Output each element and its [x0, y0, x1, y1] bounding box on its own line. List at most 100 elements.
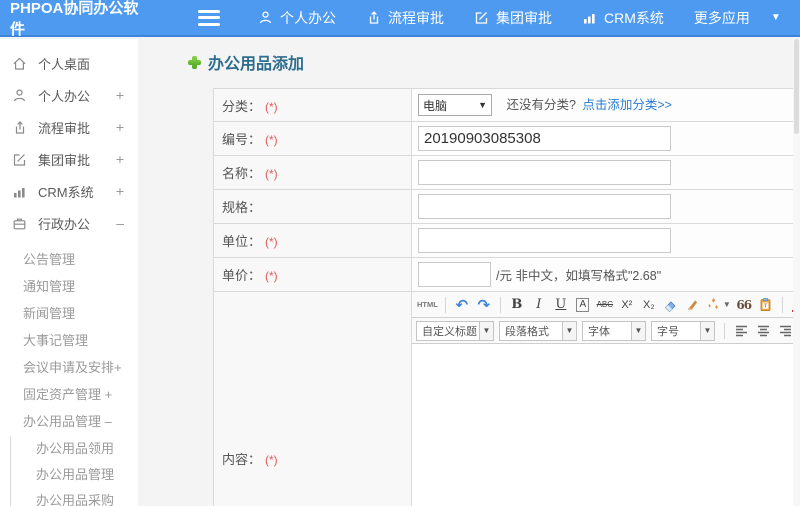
strikethrough-button[interactable]: ABC [595, 295, 615, 315]
field-label: 分类： [222, 98, 262, 114]
code-input[interactable] [418, 126, 671, 151]
align-left-icon[interactable] [731, 321, 751, 341]
eraser-icon[interactable] [661, 295, 681, 315]
label-cell: 分类： (*) [213, 88, 412, 122]
sidebar-item-supplies-purchase[interactable]: 办公用品采购 [0, 486, 138, 506]
value-cell [411, 155, 794, 190]
required-mark: (*) [265, 269, 278, 283]
sidebar-item-memorabilia-mgmt[interactable]: 大事记管理 [0, 326, 138, 353]
editor-toolbar-row2: 自定义标题 ▼ 段落格式 ▼ 字体 ▼ 字号 ▼ [412, 318, 793, 344]
label-cell: 单位： (*) [213, 223, 412, 258]
scrollbar-thumb[interactable] [794, 39, 799, 134]
sidebar-admin-submenu: 公告管理 通知管理 新闻管理 大事记管理 会议申请及安排+ 固定资产管理 + 办… [0, 245, 138, 506]
field-label: 编号： [222, 132, 262, 147]
align-right-icon[interactable] [775, 321, 793, 341]
paste-clipboard-icon[interactable]: T [756, 295, 776, 315]
unit-input[interactable] [418, 228, 671, 253]
blockquote-button[interactable]: 66 [734, 295, 754, 315]
sidebar-item-crm-system[interactable]: CRM系统 + [0, 175, 138, 207]
topnav-crm-system[interactable]: CRM系统 [582, 8, 664, 28]
caret-down-icon: ▼ [700, 321, 714, 340]
expand-plus-icon[interactable]: + [116, 119, 128, 135]
caret-down-icon: ▼ [562, 321, 576, 340]
sidebar-item-meeting-mgmt[interactable]: 会议申请及安排+ [0, 353, 138, 380]
user-icon [12, 88, 30, 103]
price-hint-text: /元 非中文，如填写格式"2.68" [496, 268, 662, 283]
sidebar-item-notice-mgmt[interactable]: 通知管理 [0, 272, 138, 299]
subscript-button[interactable]: X₂ [639, 295, 659, 315]
caret-down-icon: ▼ [722, 300, 731, 309]
redo-icon[interactable]: ↷ [474, 295, 494, 315]
sidebar-item-office-supplies-mgmt[interactable]: 办公用品管理 – [0, 407, 138, 434]
sidebar-item-group-approval[interactable]: 集团审批 + [0, 143, 138, 175]
caret-down-icon: ▼ [631, 321, 645, 340]
field-label: 单价： [222, 268, 262, 283]
name-input[interactable] [418, 160, 671, 185]
field-label: 单位： [222, 234, 262, 249]
label-cell: 名称： (*) [213, 155, 412, 190]
align-center-icon[interactable] [753, 321, 773, 341]
sidebar-item-supplies-manage[interactable]: 办公用品管理 [0, 460, 138, 486]
undo-icon[interactable]: ↶ [452, 295, 472, 315]
required-mark: (*) [265, 235, 278, 249]
top-bar: PHPOA协同办公软件 个人办公 流程审批 集团审批 CRM系统 更多应用 ▼ [0, 0, 800, 38]
field-label: 内容： [222, 451, 262, 467]
sidebar-item-desktop[interactable]: 个人桌面 [0, 47, 138, 79]
sidebar-item-fixed-assets-mgmt[interactable]: 固定资产管理 + [0, 380, 138, 407]
italic-button[interactable]: I [529, 295, 549, 315]
collapse-minus-icon[interactable]: – [116, 215, 128, 231]
font-size-dropdown[interactable]: 字号 ▼ [651, 320, 715, 341]
font-border-button[interactable]: A [573, 295, 593, 315]
expand-plus-icon[interactable]: + [116, 87, 128, 103]
sidebar-item-workflow-approval[interactable]: 流程审批 + [0, 111, 138, 143]
expand-plus-icon[interactable]: + [116, 151, 128, 167]
paragraph-format-dropdown[interactable]: 段落格式 ▼ [499, 320, 577, 341]
format-brush-icon[interactable] [683, 295, 703, 315]
add-category-link[interactable]: 点击添加分类>> [582, 98, 672, 112]
sidebar-item-supplies-claim[interactable]: 办公用品领用 [0, 434, 138, 460]
underline-button[interactable]: U [551, 295, 571, 315]
required-mark: (*) [265, 452, 278, 467]
topnav-group-approval[interactable]: 集团审批 [474, 8, 552, 28]
supply-add-form: 分类：(*) 电脑 ▼ 还没有分类? 点击添加分类>> 编号：(*) 名称：(*… [213, 88, 794, 506]
expand-plus-icon[interactable]: + [116, 183, 128, 199]
bold-button[interactable]: B [507, 295, 527, 315]
no-category-text: 还没有分类? [506, 98, 576, 113]
topnav-workflow-approval[interactable]: 流程审批 [366, 8, 444, 28]
label-cell: 规格： [213, 189, 412, 224]
top-nav: 个人办公 流程审批 集团审批 CRM系统 更多应用 ▼ [258, 8, 781, 28]
value-cell: HTML ↶ ↷ B I U A ABC X² X₂ ▼ 66 T 自定义标题 … [411, 291, 794, 506]
app-logo: PHPOA协同办公软件 [10, 0, 139, 38]
topnav-more-apps[interactable]: 更多应用 ▼ [694, 8, 781, 28]
editor-content-area[interactable] [412, 344, 793, 506]
category-select[interactable]: 电脑 ▼ [418, 94, 492, 116]
superscript-button[interactable]: X² [617, 295, 637, 315]
vertical-scrollbar[interactable] [793, 39, 800, 506]
sidebar-item-announcement-mgmt[interactable]: 公告管理 [0, 245, 138, 272]
sidebar-item-news-mgmt[interactable]: 新闻管理 [0, 299, 138, 326]
required-mark: (*) [265, 133, 278, 147]
sidebar-item-admin-office[interactable]: 行政办公 – [0, 207, 138, 239]
app-window: PHPOA协同办公软件 个人办公 流程审批 集团审批 CRM系统 更多应用 ▼ … [0, 0, 800, 506]
briefcase-icon [12, 216, 30, 231]
font-family-dropdown[interactable]: 字体 ▼ [582, 320, 646, 341]
auto-typeset-icon[interactable]: ▼ [705, 295, 732, 315]
custom-title-dropdown[interactable]: 自定义标题 ▼ [416, 320, 494, 341]
hamburger-menu-icon[interactable] [198, 9, 220, 26]
spec-input[interactable] [418, 194, 671, 219]
add-plus-icon [188, 55, 201, 69]
flow-export-icon [12, 120, 30, 135]
html-source-button[interactable]: HTML [416, 295, 439, 315]
flow-export-icon [366, 10, 381, 25]
topnav-personal-office[interactable]: 个人办公 [258, 8, 336, 28]
sidebar: 个人桌面 个人办公 + 流程审批 + 集团审批 + CRM系统 + 行政办公 –… [0, 39, 138, 506]
sidebar-supplies-submenu: 办公用品领用 办公用品管理 办公用品采购 [0, 434, 138, 506]
form-row-name: 名称： (*) [213, 155, 794, 190]
bar-chart-icon [12, 184, 30, 199]
field-label: 规格： [222, 200, 262, 215]
form-row-spec: 规格： [213, 189, 794, 224]
sidebar-item-personal-office[interactable]: 个人办公 + [0, 79, 138, 111]
price-input[interactable] [418, 262, 491, 287]
label-cell: 内容： (*) [213, 291, 412, 506]
rich-text-editor: HTML ↶ ↷ B I U A ABC X² X₂ ▼ 66 T 自定义标题 … [412, 292, 793, 506]
